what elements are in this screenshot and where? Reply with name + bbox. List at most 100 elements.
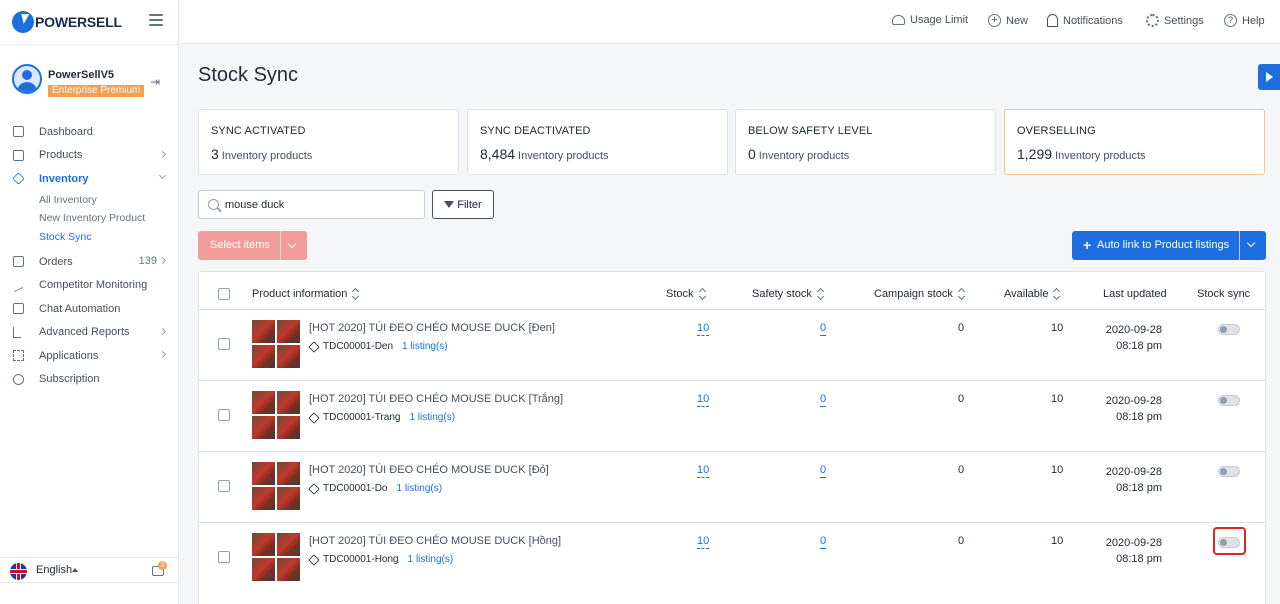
auto-link-button[interactable]: + Auto link to Product listings — [1072, 231, 1266, 260]
language-selector[interactable]: English — [36, 564, 72, 576]
notifications-button[interactable]: Notifications — [1047, 14, 1123, 27]
sort-icon — [353, 289, 360, 299]
card-value-line: 3 Inventory products — [211, 146, 312, 162]
plan-badge: Enterprise Premium — [48, 85, 145, 97]
product-thumbnail[interactable] — [252, 462, 300, 510]
campaign-stock-value: 0 — [958, 535, 965, 547]
sidebar-item-inventory[interactable]: Inventory — [0, 167, 179, 191]
sidebar-nav: Dashboard Products Inventory All Invento… — [0, 120, 179, 391]
stat-card-overselling[interactable]: OVERSELLING 1,299 Inventory products — [1004, 109, 1265, 175]
caret-up-icon[interactable] — [72, 568, 78, 572]
clipboard-icon — [13, 256, 24, 267]
chevron-down-icon[interactable] — [1246, 238, 1256, 248]
safety-stock-value[interactable]: 0 — [820, 322, 827, 336]
usage-limit-button[interactable]: Usage Limit — [892, 14, 968, 26]
col-header-last-updated: Last updated — [1103, 288, 1167, 300]
safety-stock-value[interactable]: 0 — [820, 464, 827, 478]
sort-icon — [959, 289, 966, 299]
card-value-line: 1,299 Inventory products — [1017, 146, 1146, 162]
sidebar-item-orders[interactable]: Orders 139 — [0, 250, 179, 274]
stat-card-sync-activated[interactable]: SYNC ACTIVATED 3 Inventory products — [198, 109, 459, 175]
row-checkbox[interactable] — [218, 409, 230, 421]
select-items-button[interactable]: Select items — [198, 231, 307, 260]
sidebar-item-products[interactable]: Products — [0, 144, 179, 168]
grid-icon — [13, 350, 24, 361]
sidebar-item-label: Competitor Monitoring — [39, 279, 148, 292]
card-value: 8,484 — [480, 146, 516, 162]
menu-toggle-icon[interactable] — [149, 14, 163, 26]
product-thumbnail[interactable] — [252, 533, 300, 581]
safety-stock-value[interactable]: 0 — [820, 393, 827, 407]
sidebar-item-dashboard[interactable]: Dashboard — [0, 120, 179, 144]
brand-name: POWERSELL — [35, 14, 122, 30]
product-name[interactable]: [HOT 2020] TÚI ĐEO CHÉO MOUSE DUCK [Hồng… — [309, 535, 561, 547]
sku-line: TDC00001-Den 1 listing(s) — [308, 340, 448, 353]
campaign-stock-value: 0 — [958, 322, 965, 334]
product-name[interactable]: [HOT 2020] TÚI ĐEO CHÉO MOUSE DUCK [Đen] — [309, 322, 555, 334]
user-profile[interactable]: PowerSellV5 Enterprise Premium ⇥ — [12, 62, 172, 102]
col-header-label: Available — [1004, 288, 1049, 300]
stock-value[interactable]: 10 — [697, 393, 710, 407]
table-row: [HOT 2020] TÚI ĐEO CHÉO MOUSE DUCK [Hồng… — [199, 523, 1265, 594]
sidebar-subitem-new-inventory-product[interactable]: New Inventory Product — [0, 209, 179, 228]
card-value: 3 — [211, 146, 219, 162]
col-header-available[interactable]: Available — [1004, 288, 1061, 300]
available-value: 10 — [1051, 322, 1064, 334]
search-input[interactable] — [225, 196, 415, 214]
listing-link[interactable]: 1 listing(s) — [409, 412, 455, 423]
new-label: New — [1006, 14, 1029, 27]
new-button[interactable]: + New — [988, 14, 1028, 27]
card-title: SYNC ACTIVATED — [211, 125, 306, 137]
product-thumbnail[interactable] — [252, 391, 300, 439]
stock-sync-toggle[interactable] — [1218, 324, 1240, 335]
select-all-checkbox[interactable] — [218, 288, 230, 300]
stock-sync-toggle[interactable] — [1218, 395, 1240, 406]
sidebar-subitem-stock-sync[interactable]: Stock Sync — [0, 228, 179, 247]
listing-link[interactable]: 1 listing(s) — [402, 341, 448, 352]
help-button[interactable]: ? Help — [1224, 14, 1265, 27]
col-header-stock[interactable]: Stock — [666, 288, 707, 300]
chevron-down-icon[interactable] — [287, 239, 297, 249]
col-header-campaign-stock[interactable]: Campaign stock — [874, 288, 966, 300]
help-label: Help — [1242, 14, 1265, 27]
settings-button[interactable]: Settings — [1146, 14, 1204, 27]
safety-stock-value[interactable]: 0 — [820, 535, 827, 549]
row-checkbox[interactable] — [218, 551, 230, 563]
sidebar-item-advanced-reports[interactable]: Advanced Reports — [0, 321, 179, 345]
sidebar-item-competitor-monitoring[interactable]: Competitor Monitoring — [0, 274, 179, 298]
stock-sync-toggle[interactable] — [1218, 466, 1240, 477]
sidebar-subitem-all-inventory[interactable]: All Inventory — [0, 191, 179, 210]
divider — [0, 44, 179, 45]
stat-card-below-safety[interactable]: BELOW SAFETY LEVEL 0 Inventory products — [735, 109, 996, 175]
col-header-safety-stock[interactable]: Safety stock — [752, 288, 825, 300]
stock-value[interactable]: 10 — [697, 535, 710, 549]
sidebar-item-subscription[interactable]: Subscription — [0, 368, 179, 392]
question-circle-icon: ? — [1224, 14, 1237, 27]
col-header-label: Campaign stock — [874, 288, 953, 300]
col-header-product[interactable]: Product information — [252, 288, 360, 300]
product-name[interactable]: [HOT 2020] TÚI ĐEO CHÉO MOUSE DUCK [Đỏ] — [309, 464, 549, 476]
chevron-right-icon — [158, 327, 167, 335]
filter-button[interactable]: Filter — [432, 190, 494, 219]
listing-link[interactable]: 1 listing(s) — [396, 483, 442, 494]
filter-label: Filter — [457, 198, 482, 211]
product-name[interactable]: [HOT 2020] TÚI ĐEO CHÉO MOUSE DUCK [Trắn… — [309, 393, 563, 405]
row-checkbox[interactable] — [218, 480, 230, 492]
play-panel-toggle-icon[interactable] — [1258, 64, 1280, 90]
sidebar-item-applications[interactable]: Applications — [0, 344, 179, 368]
date: 2020-09-28 — [1105, 537, 1162, 549]
listing-link[interactable]: 1 listing(s) — [408, 554, 454, 565]
card-value-line: 8,484 Inventory products — [480, 146, 609, 162]
row-checkbox[interactable] — [218, 338, 230, 350]
box-icon — [308, 482, 320, 495]
logout-icon[interactable]: ⇥ — [150, 76, 162, 88]
last-updated: 2020-09-28 08:18 pm — [1079, 393, 1162, 425]
stock-value[interactable]: 10 — [697, 322, 710, 336]
stock-value[interactable]: 10 — [697, 464, 710, 478]
logo[interactable]: POWERSELL — [12, 10, 122, 34]
card-value-line: 0 Inventory products — [748, 146, 849, 162]
stat-card-sync-deactivated[interactable]: SYNC DEACTIVATED 8,484 Inventory products — [467, 109, 728, 175]
sidebar-item-chat-automation[interactable]: Chat Automation — [0, 297, 179, 321]
sidebar-footer: English 3 — [0, 557, 179, 583]
product-thumbnail[interactable] — [252, 320, 300, 368]
